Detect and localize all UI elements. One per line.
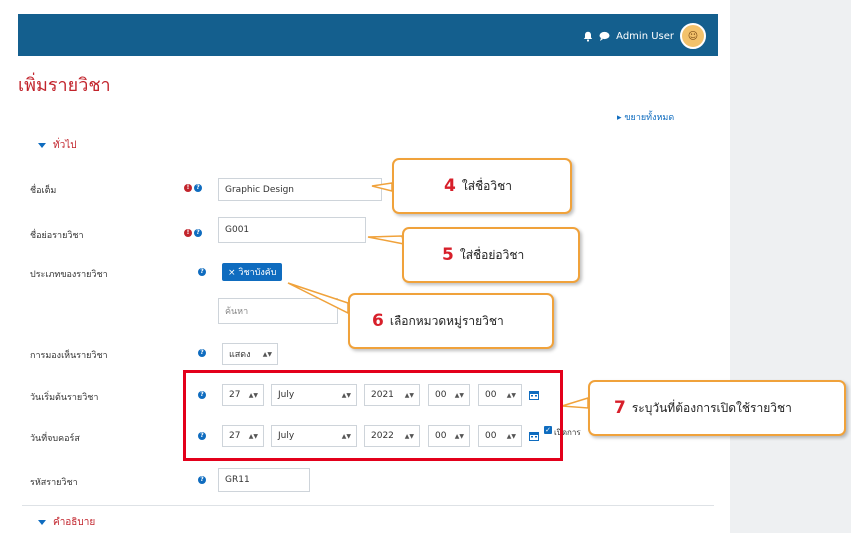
section-description-label: คำอธิบาย (53, 517, 96, 528)
callout-4: 4 ใส่ชื่อวิชา (392, 158, 572, 214)
chat-icon[interactable] (599, 31, 610, 41)
fullname-input[interactable]: Graphic Design (218, 178, 382, 201)
start-date-label: วันเริ่มต้นรายวิชา (30, 393, 99, 403)
fullname-label: ชื่อเต็ม (30, 186, 57, 196)
help-icon[interactable]: ? (194, 229, 202, 237)
section-general-toggle[interactable]: ทั่วไป (38, 138, 77, 153)
category-chip[interactable]: × วิชาบังคับ (222, 263, 283, 281)
callout-text: ใส่ชื่อย่อวิชา (459, 247, 525, 262)
divider (22, 505, 714, 506)
bell-icon[interactable] (583, 31, 593, 42)
visibility-value: แสดง (229, 350, 251, 360)
callout-text: เลือกหมวดหมู่รายวิชา (389, 313, 504, 328)
user-name[interactable]: Admin User (616, 31, 674, 42)
section-general-label: ทั่วไป (53, 140, 77, 151)
callout-6: 6 เลือกหมวดหมู่รายวิชา (348, 293, 554, 349)
visibility-select[interactable]: แสดง ▲▼ (222, 343, 278, 365)
date-highlight-box (183, 370, 563, 461)
shortname-label: ชื่อย่อรายวิชา (30, 231, 84, 241)
caret-down-icon (38, 519, 46, 525)
help-icon[interactable]: ? (198, 268, 206, 276)
callout-number: 6 (372, 311, 384, 331)
top-navbar: Admin User ☺ (18, 14, 718, 56)
avatar[interactable]: ☺ (680, 23, 706, 49)
callout-7: 7 ระบุวันที่ต้องการเปิดใช้รายวิชา (588, 380, 846, 436)
visibility-label: การมองเห็นรายวิชา (30, 351, 108, 361)
expand-all-link[interactable]: ▸ ขยายทั้งหมด (617, 110, 674, 124)
expand-all-label: ขยายทั้งหมด (624, 113, 675, 123)
help-icon[interactable]: ? (194, 184, 202, 192)
callout-number: 5 (442, 245, 454, 265)
callout-5: 5 ใส่ชื่อย่อวิชา (402, 227, 580, 283)
idnumber-label: รหัสรายวิชา (30, 478, 78, 488)
caret-down-icon (38, 142, 46, 148)
callout-text: ใส่ชื่อวิชา (461, 178, 512, 193)
help-icon[interactable]: ? (198, 476, 206, 484)
idnumber-input[interactable]: GR11 (218, 468, 310, 492)
category-label: ประเภทของรายวิชา (30, 270, 108, 280)
callout-number: 7 (614, 398, 626, 418)
required-icon: ! (184, 184, 192, 192)
shortname-input[interactable]: G001 (218, 217, 366, 243)
section-description-toggle[interactable]: คำอธิบาย (38, 515, 95, 530)
page-title: เพิ่มรายวิชา (18, 75, 111, 96)
end-date-label: วันที่จบคอร์ส (30, 434, 80, 444)
updown-icon: ▲▼ (262, 350, 272, 358)
callout-number: 4 (444, 176, 456, 196)
category-search-input[interactable]: ค้นหา (218, 298, 338, 324)
callout-text: ระบุวันที่ต้องการเปิดใช้รายวิชา (631, 400, 792, 415)
help-icon[interactable]: ? (198, 349, 206, 357)
required-icon: ! (184, 229, 192, 237)
